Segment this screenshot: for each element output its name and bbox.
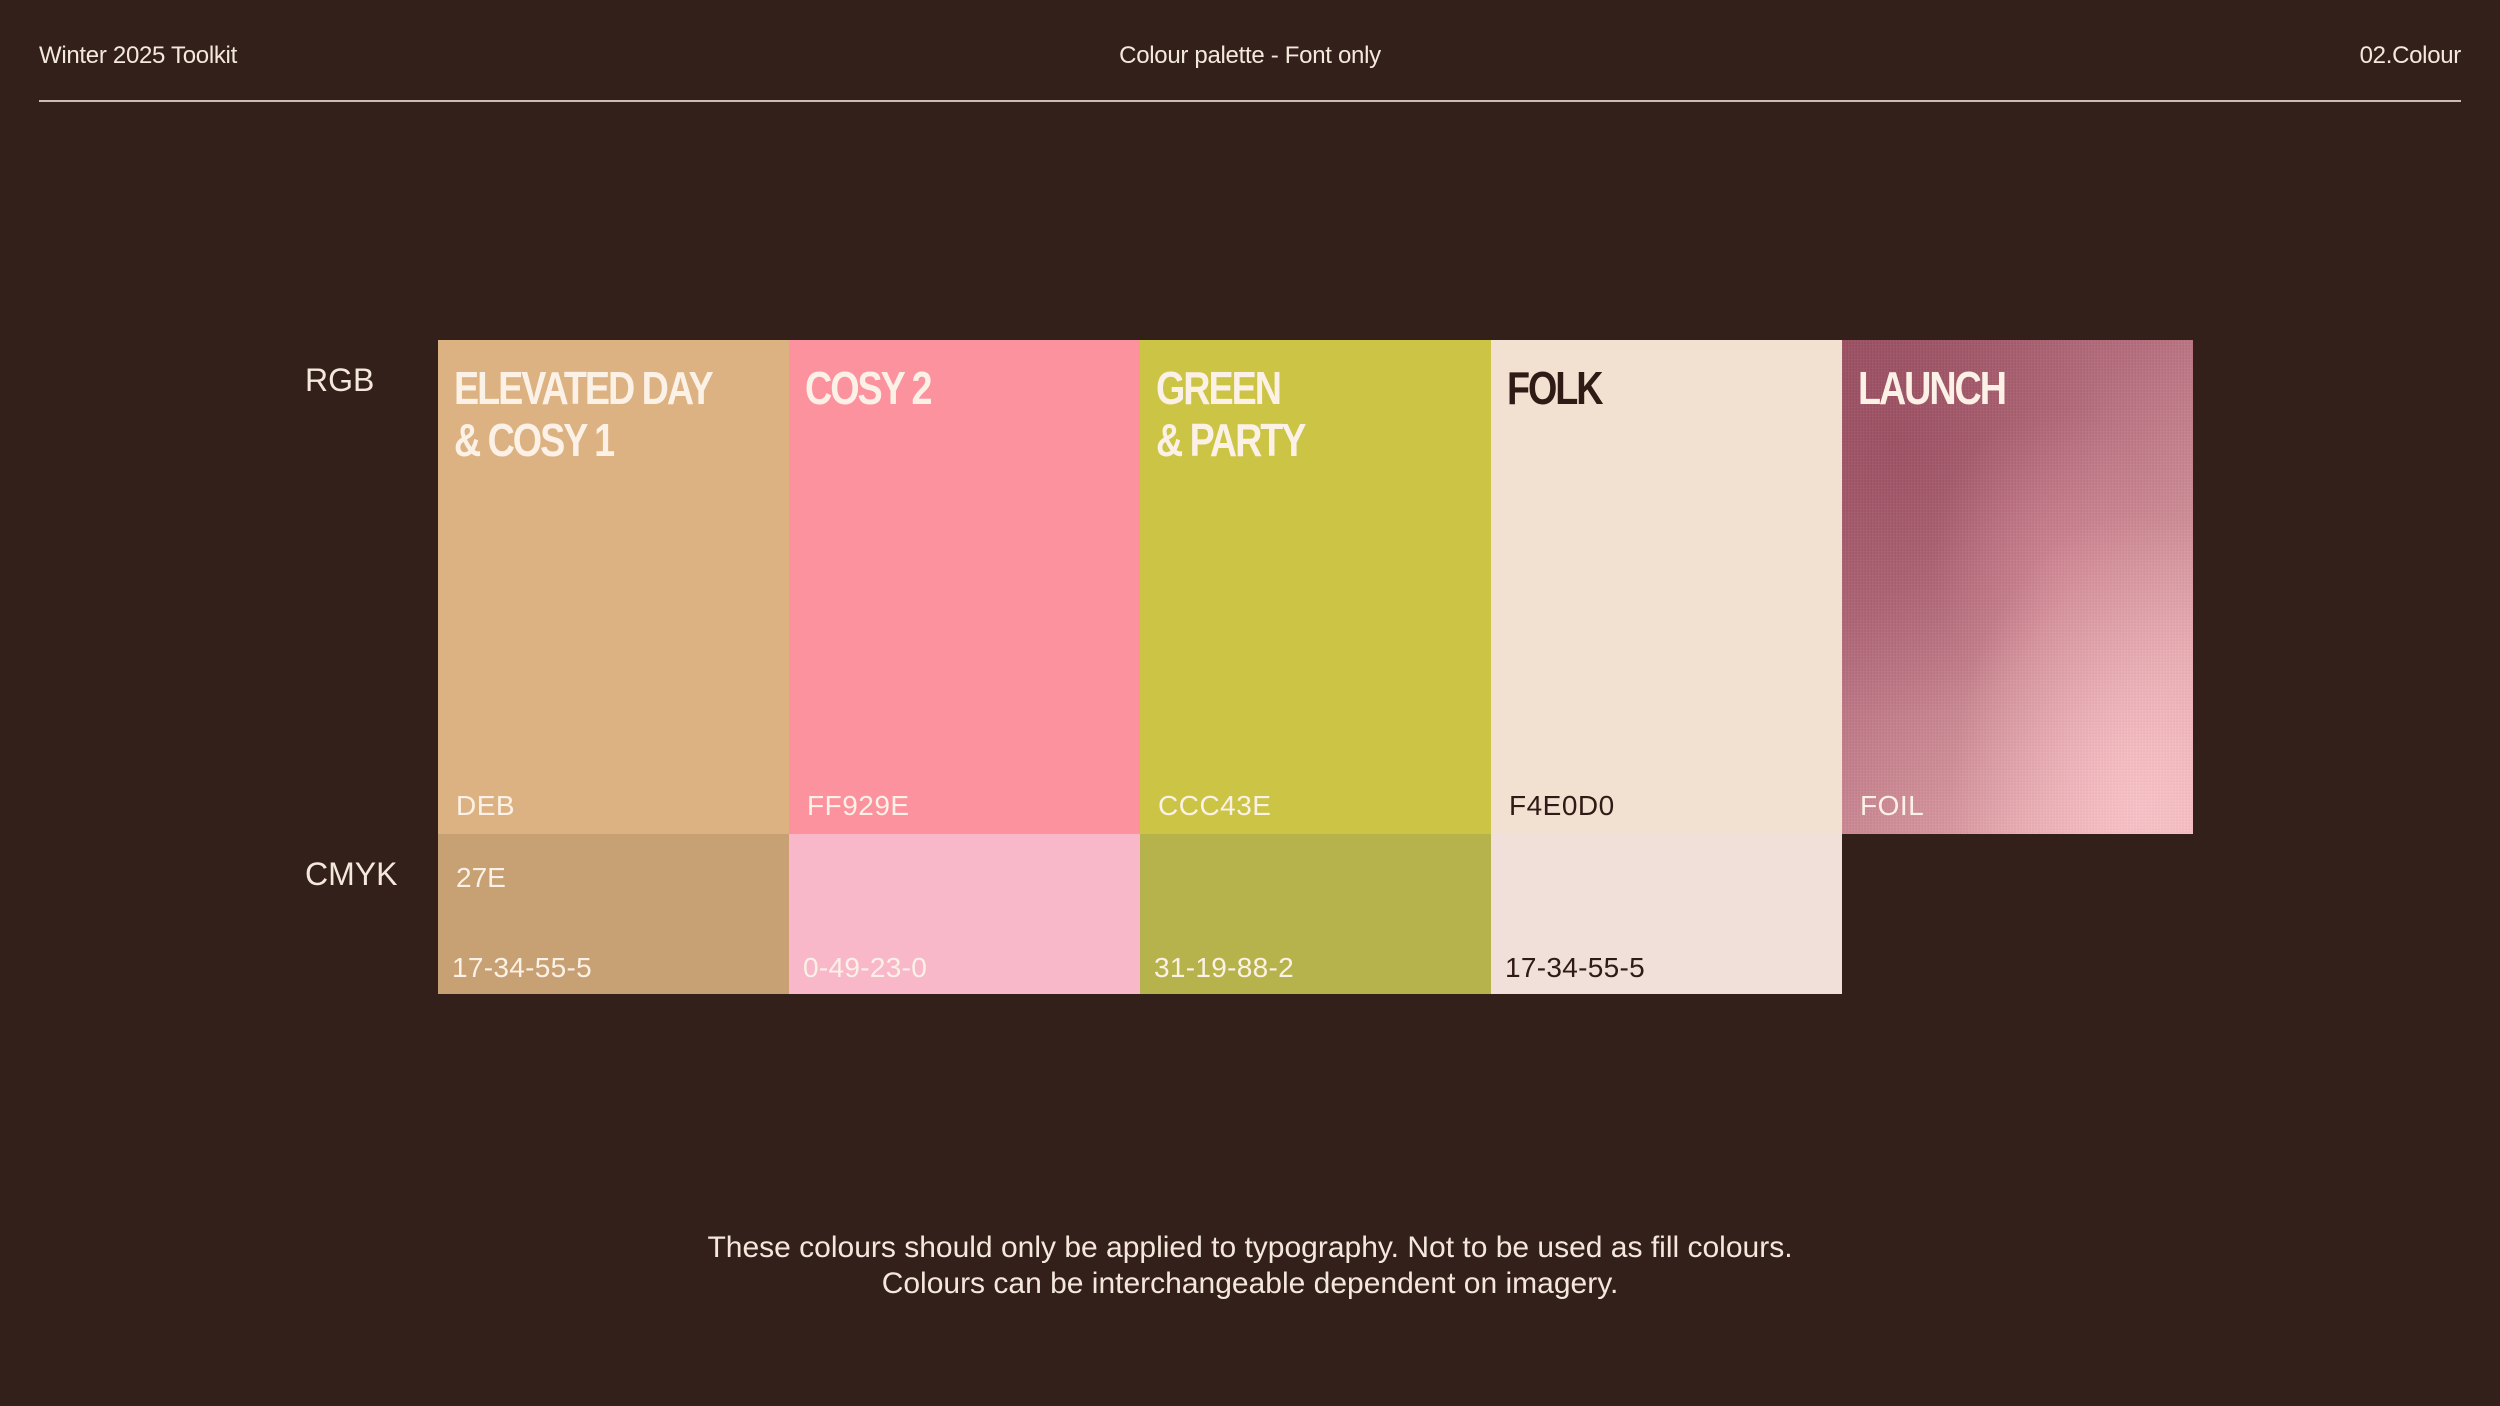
hex-code-continued: 27E — [456, 862, 506, 893]
rgb-row-label: RGB — [305, 362, 375, 398]
usage-note-line-1: These colours should only be applied to … — [707, 1231, 1793, 1264]
swatch-cosy-2-cmyk: 0-49-23-0 — [789, 834, 1140, 994]
swatch-folk-rgb: FOLK F4E0D0 — [1491, 340, 1842, 834]
rgb-hex-code: CCC43E — [1158, 790, 1272, 821]
section-label: 02.Colour — [2359, 42, 2462, 69]
swatch-folk-cmyk: 17-34-55-5 — [1491, 834, 1842, 994]
swatch-title: GREEN & PARTY — [1156, 362, 1306, 466]
cmyk-row-label: CMYK — [305, 856, 398, 892]
swatch-title: COSY 2 — [805, 362, 932, 414]
foil-label: FOIL — [1860, 790, 1925, 821]
toolkit-title: Winter 2025 Toolkit — [39, 42, 237, 69]
cmyk-value: 31-19-88-2 — [1154, 952, 1294, 983]
swatch-cosy-2-rgb: COSY 2 FF929E — [789, 340, 1140, 834]
swatch-green-party-rgb: GREEN & PARTY CCC43E — [1140, 340, 1491, 834]
cmyk-value: 0-49-23-0 — [803, 952, 928, 983]
page-header: Winter 2025 Toolkit Colour palette - Fon… — [39, 0, 2461, 102]
page-title: Colour palette - Font only — [1119, 42, 1381, 69]
swatch-title: FOLK — [1507, 362, 1604, 414]
swatch-title: LAUNCH — [1858, 362, 2007, 414]
rgb-hex-code: DEB — [456, 790, 516, 821]
usage-note: These colours should only be applied to … — [0, 1230, 2500, 1302]
swatch-elevated-day-rgb: ELEVATED DAY & COSY 1 DEB — [438, 340, 789, 834]
swatch-title: ELEVATED DAY & COSY 1 — [454, 362, 714, 466]
swatch-elevated-day-cmyk: 27E 17-34-55-5 — [438, 834, 789, 994]
cmyk-value: 17-34-55-5 — [452, 952, 592, 983]
cmyk-value: 17-34-55-5 — [1505, 952, 1645, 983]
rgb-hex-code: FF929E — [807, 790, 910, 821]
swatch-launch-foil: LAUNCH FOIL — [1842, 340, 2193, 834]
rgb-hex-code: F4E0D0 — [1509, 790, 1615, 821]
usage-note-line-2: Colours can be interchangeable dependent… — [881, 1267, 1619, 1300]
swatch-green-party-cmyk: 31-19-88-2 — [1140, 834, 1491, 994]
